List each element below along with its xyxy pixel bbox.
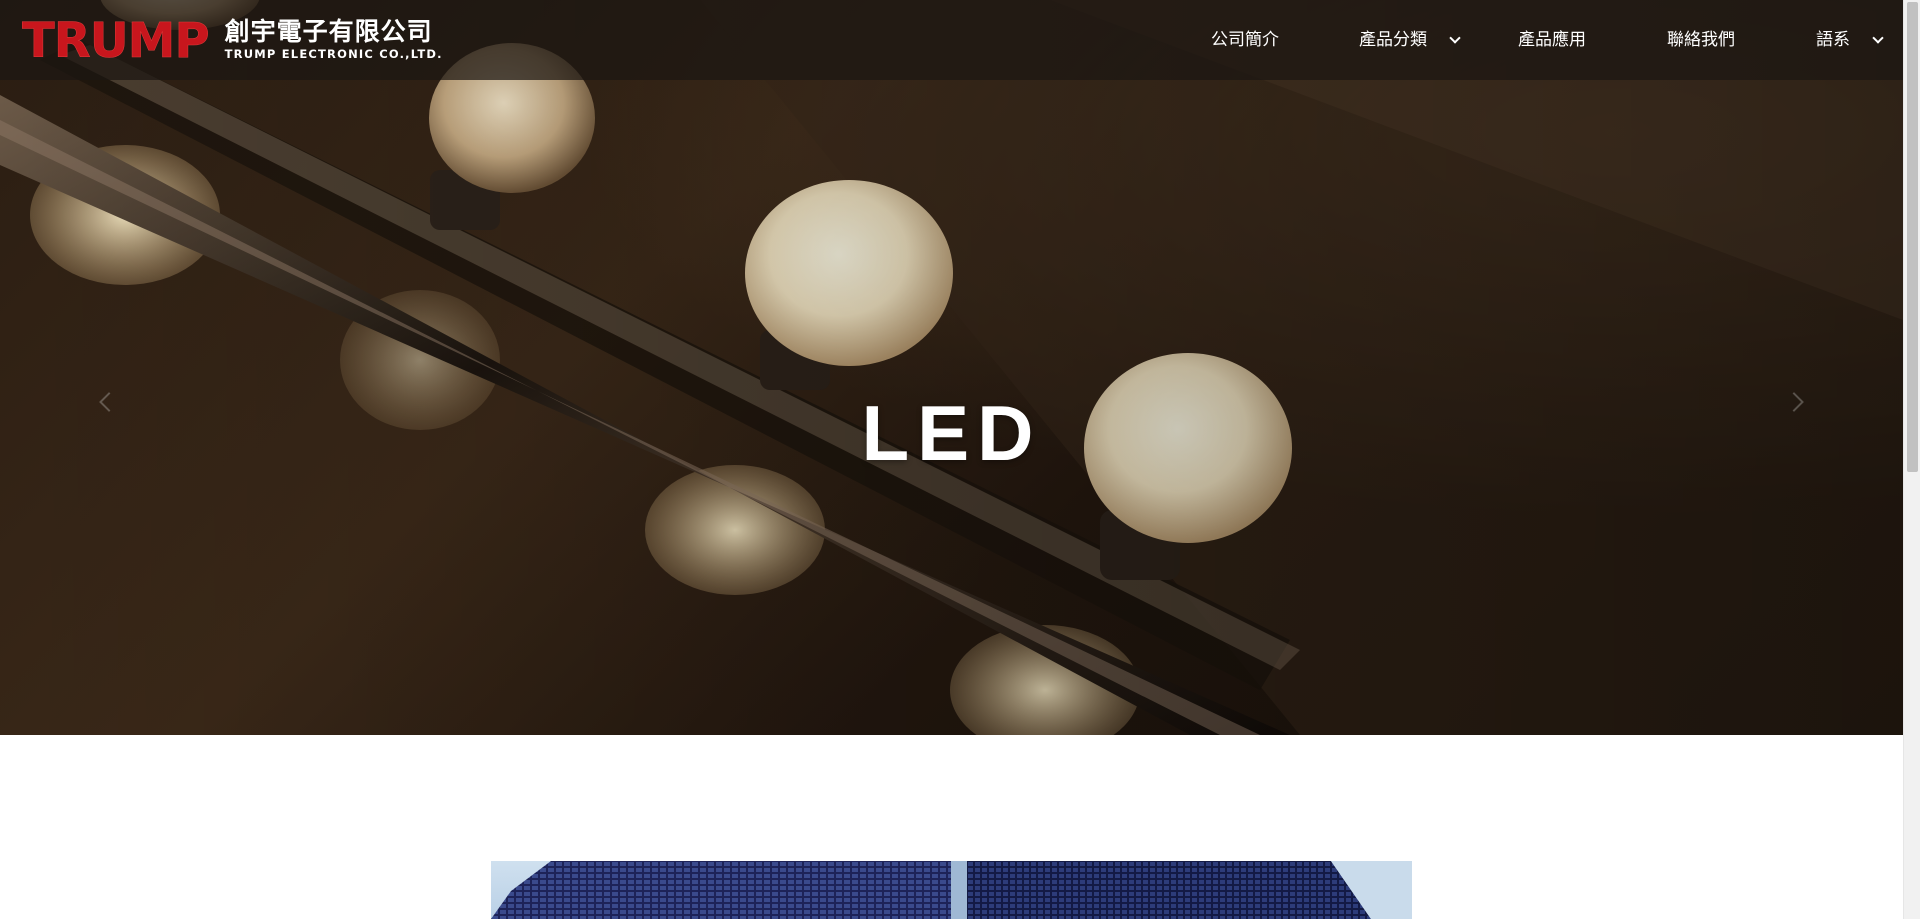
scrollbar-thumb[interactable] bbox=[1907, 2, 1918, 472]
chevron-down-icon bbox=[1449, 31, 1461, 44]
nav-item-language[interactable]: 語系 bbox=[1816, 27, 1884, 53]
nav-item-about[interactable]: 公司簡介 bbox=[1211, 27, 1279, 53]
nav-item-contact[interactable]: 聯絡我們 bbox=[1667, 27, 1735, 53]
hero-title: LED bbox=[861, 389, 1042, 477]
hero-background-image bbox=[0, 0, 1903, 735]
nav-item-label: 產品分類 bbox=[1359, 30, 1427, 50]
nav-item-label: 語系 bbox=[1816, 30, 1850, 50]
nav-item-label: 產品應用 bbox=[1518, 30, 1586, 50]
page-scrollbar[interactable] bbox=[1903, 0, 1920, 919]
nav-item-applications[interactable]: 產品應用 bbox=[1518, 27, 1586, 53]
nav-item-label: 公司簡介 bbox=[1211, 30, 1279, 50]
hero-banner: TRUMP 創宇電子有限公司 TRUMP ELECTRONIC CO.,LTD.… bbox=[0, 0, 1903, 735]
building-image bbox=[491, 861, 1412, 919]
main-nav: 公司簡介 產品分類 產品應用 聯絡我們 語系 bbox=[0, 0, 1903, 80]
building-graphic bbox=[491, 861, 1412, 919]
nav-item-products[interactable]: 產品分類 bbox=[1359, 27, 1461, 53]
nav-item-label: 聯絡我們 bbox=[1667, 30, 1735, 50]
top-navbar: TRUMP 創宇電子有限公司 TRUMP ELECTRONIC CO.,LTD.… bbox=[0, 0, 1903, 80]
chevron-down-icon bbox=[1872, 31, 1884, 44]
